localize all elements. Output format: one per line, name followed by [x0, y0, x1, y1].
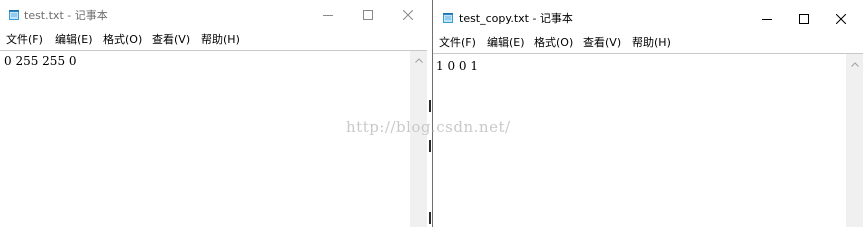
maximize-icon — [799, 14, 809, 24]
notepad-icon — [9, 10, 19, 20]
text-editor[interactable]: 0 255 255 0 — [0, 50, 427, 227]
minimize-icon — [323, 15, 333, 16]
scroll-up-button[interactable] — [846, 57, 863, 71]
chevron-up-icon — [414, 57, 423, 63]
maximize-icon — [363, 10, 373, 20]
menu-view[interactable]: 查看(V) — [152, 33, 190, 47]
title-bar[interactable]: test.txt - 记事本 — [0, 0, 427, 30]
menu-file[interactable]: 文件(F) — [439, 36, 476, 50]
notepad-window-right: test_copy.txt - 记事本 文件(F) 编辑(E) 格式(O) 查看… — [432, 0, 863, 227]
text-editor[interactable]: 1 0 0 1 — [433, 53, 863, 227]
divider-tick — [429, 140, 431, 152]
close-icon — [836, 14, 846, 24]
scroll-up-button[interactable] — [410, 53, 427, 67]
divider-tick — [429, 212, 431, 224]
window-title: test_copy.txt - 记事本 — [459, 12, 573, 25]
vertical-scrollbar[interactable] — [846, 54, 863, 227]
menu-help[interactable]: 帮助(H) — [201, 33, 240, 47]
menu-edit[interactable]: 编辑(E) — [487, 36, 525, 50]
close-icon — [403, 10, 413, 20]
chevron-up-icon — [850, 61, 859, 67]
menu-file[interactable]: 文件(F) — [6, 33, 43, 47]
menu-format[interactable]: 格式(O) — [103, 33, 142, 47]
minimize-button[interactable] — [308, 0, 348, 30]
editor-content[interactable]: 1 0 0 1 — [436, 59, 478, 73]
vertical-scrollbar[interactable] — [410, 51, 427, 227]
menu-format[interactable]: 格式(O) — [534, 36, 573, 50]
maximize-button[interactable] — [348, 0, 388, 30]
notepad-window-left: test.txt - 记事本 文件(F) 编辑(E) 格式(O) 查看(V) 帮… — [0, 0, 427, 227]
close-button[interactable] — [388, 0, 427, 30]
editor-content[interactable]: 0 255 255 0 — [4, 54, 77, 68]
menu-bar: 文件(F) 编辑(E) 格式(O) 查看(V) 帮助(H) — [0, 30, 427, 50]
title-bar[interactable]: test_copy.txt - 记事本 — [433, 0, 863, 33]
menu-view[interactable]: 查看(V) — [583, 36, 621, 50]
menu-help[interactable]: 帮助(H) — [632, 36, 671, 50]
minimize-icon — [762, 19, 772, 20]
notepad-icon — [443, 13, 453, 23]
divider-tick — [429, 100, 431, 112]
menu-edit[interactable]: 编辑(E) — [55, 33, 93, 47]
watermark: http://blog.csdn.net/ — [346, 118, 511, 136]
menu-bar: 文件(F) 编辑(E) 格式(O) 查看(V) 帮助(H) — [433, 33, 863, 53]
window-title: test.txt - 记事本 — [24, 9, 108, 22]
